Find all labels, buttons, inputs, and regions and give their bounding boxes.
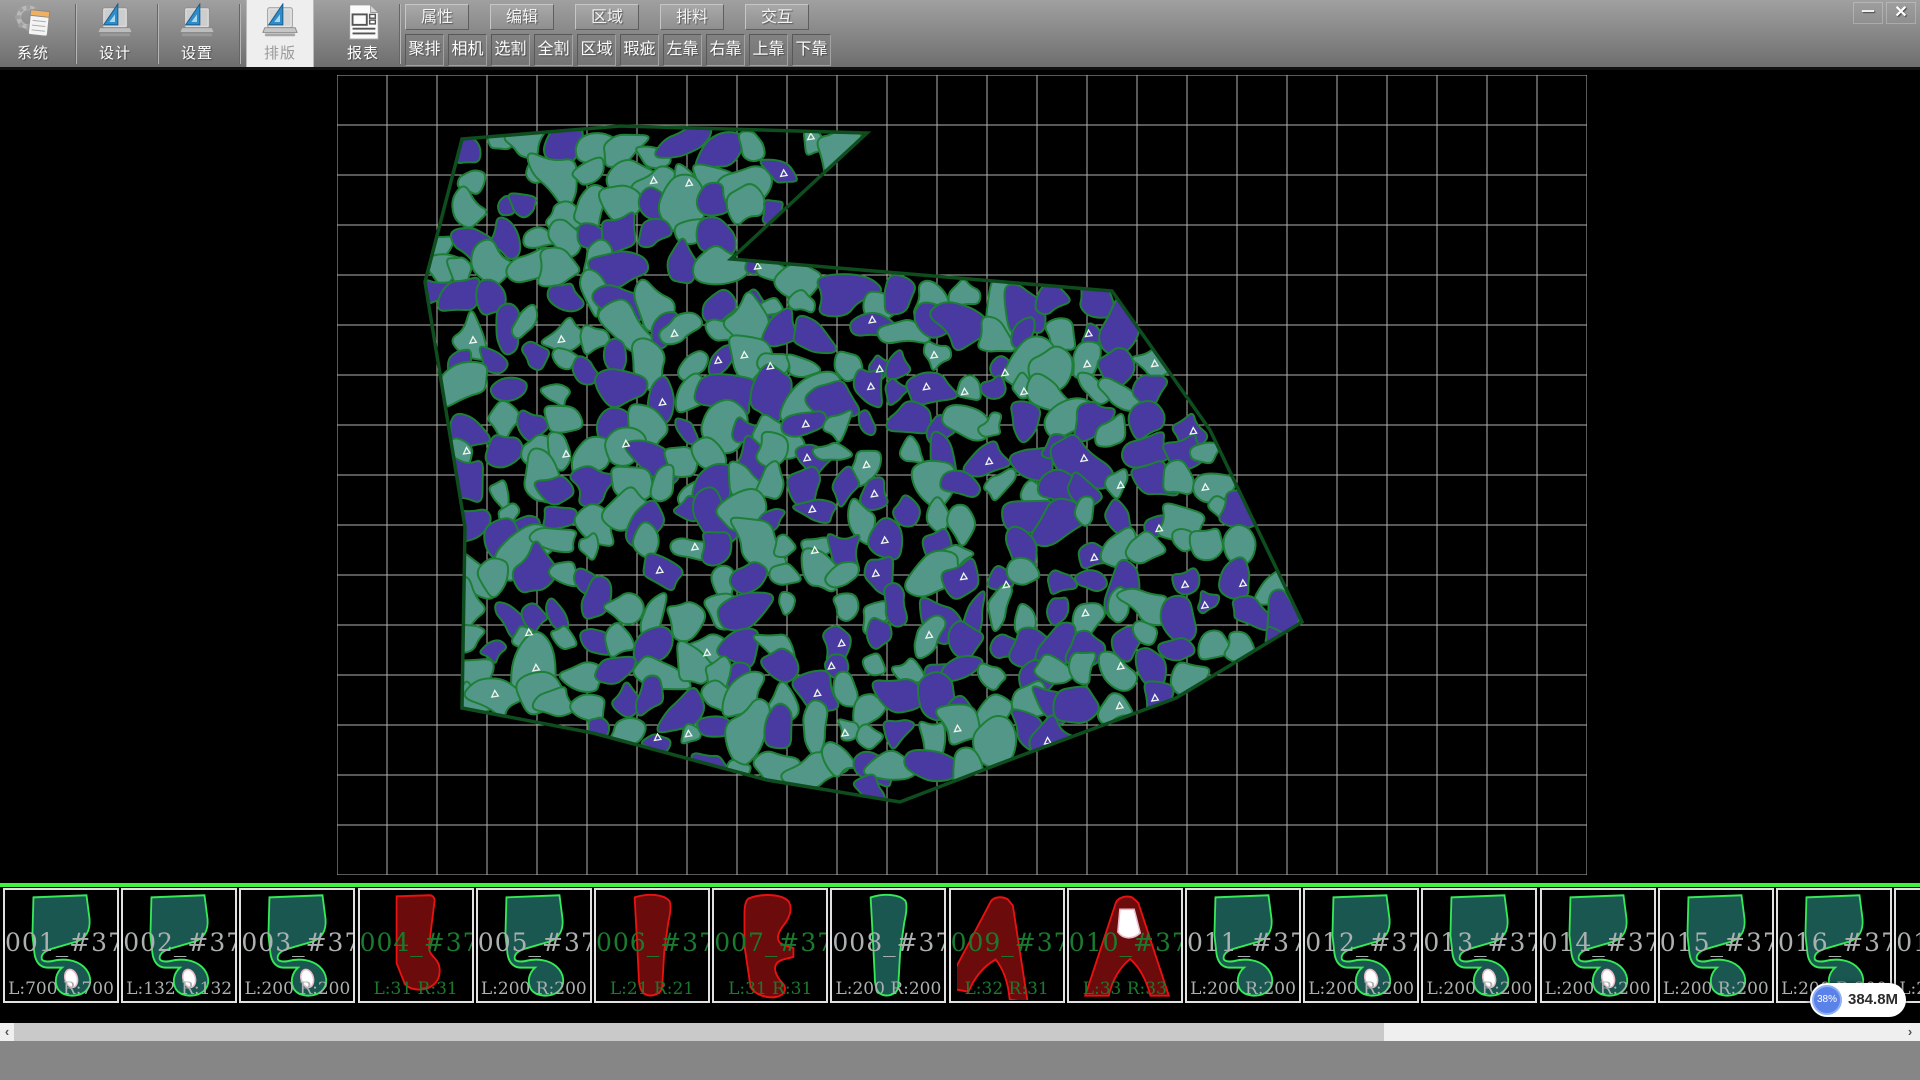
thumbnail-cell[interactable]: 012_#37 L:200 R:200 xyxy=(1303,888,1419,1003)
toolbar-button-system[interactable]: 系统 xyxy=(0,0,66,67)
thumbnail-cell[interactable]: 005_#37 L:200 R:200 xyxy=(476,888,592,1003)
toolbar-separator xyxy=(75,4,76,64)
action-button-1[interactable]: 聚排 xyxy=(405,34,444,66)
toolbar-button-settings[interactable]: 设置 xyxy=(164,0,230,67)
piece-name: 009_#37 xyxy=(951,928,1063,957)
menu-tab-5[interactable]: 交互 xyxy=(745,4,809,30)
thumbnail-cell[interactable]: 004_#37 L:31 R:31 xyxy=(358,888,474,1003)
piece-name: 007_#37 xyxy=(714,928,826,957)
piece-name: 017_#37 xyxy=(1896,928,1920,957)
action-button-10[interactable]: 下靠 xyxy=(792,34,831,66)
piece-count: L:200 R:200 xyxy=(1305,979,1417,999)
piece-name: 005_#37 xyxy=(478,928,590,957)
strip-top-border xyxy=(0,883,1920,887)
canvas-svg xyxy=(337,75,1587,875)
toolbar-label: 报表 xyxy=(330,42,396,63)
piece-count: L:33 R:33 xyxy=(1069,979,1181,999)
thumbnail-cell[interactable]: 002_#37 L:132 R:132 xyxy=(121,888,237,1003)
progress-percent: 38% xyxy=(1812,985,1842,1015)
system-gear-icon xyxy=(14,3,52,41)
menu-tab-4[interactable]: 排料 xyxy=(660,4,724,30)
thumbnail-cell[interactable]: 007_#37 L:31 R:31 xyxy=(712,888,828,1003)
thumbnail-cell[interactable]: 009_#37 L:32 R:31 xyxy=(949,888,1065,1003)
horizontal-scrollbar[interactable]: ‹ › xyxy=(0,1023,1920,1041)
toolbar-label: 系统 xyxy=(0,42,66,63)
menu-tab-1[interactable]: 属性 xyxy=(405,4,469,30)
thumbnail-cell[interactable]: 006_#37 L:21 R:21 xyxy=(594,888,710,1003)
thumbnail-cell[interactable]: 008_#37 L:200 R:200 xyxy=(830,888,946,1003)
main-toolbar: 系统 设计 设置 排版 xyxy=(0,0,1920,70)
toolbar-label: 排版 xyxy=(247,42,313,63)
piece-name: 015_#37 xyxy=(1660,928,1772,957)
thumbnail-cell[interactable]: 013_#37 L:200 R:200 xyxy=(1421,888,1537,1003)
thumbnail-cell[interactable]: 015_#37 L:200 R:200 xyxy=(1658,888,1774,1003)
piece-count: L:200 R:200 xyxy=(1187,979,1299,999)
action-button-7[interactable]: 左靠 xyxy=(663,34,702,66)
thumbnail-cell[interactable]: 010_#37 L:33 R:33 xyxy=(1067,888,1183,1003)
action-button-4[interactable]: 全割 xyxy=(534,34,573,66)
piece-name: 008_#37 xyxy=(832,928,944,957)
piece-count: L:31 R:31 xyxy=(714,979,826,999)
action-button-5[interactable]: 区域 xyxy=(577,34,616,66)
piece-count: L:200 R:200 xyxy=(1542,979,1654,999)
minimize-button[interactable]: － xyxy=(1853,2,1883,24)
status-bar xyxy=(0,1041,1920,1080)
piece-thumbnail-strip: 001_#37L:700 R:700002_#37L:132 R:132003_… xyxy=(0,888,1920,1007)
piece-count: L:200 R:200 xyxy=(832,979,944,999)
piece-name: 011_#37 xyxy=(1187,928,1299,957)
action-button-6[interactable]: 瑕疵 xyxy=(620,34,659,66)
piece-name: 016_#37 xyxy=(1778,928,1890,957)
piece-name: 014_#37 xyxy=(1542,928,1654,957)
progress-badge: 38% 384.8M xyxy=(1810,983,1906,1017)
piece-name: 004_#37 xyxy=(360,928,472,957)
menu-tab-2[interactable]: 编辑 xyxy=(490,4,554,30)
piece-count: L:132 R:132 xyxy=(123,979,235,999)
thumbnail-cell[interactable]: 001_#37 L:700 R:700 xyxy=(3,888,119,1003)
scrollbar-thumb[interactable] xyxy=(14,1023,1384,1041)
scroll-right-arrow[interactable]: › xyxy=(1903,1023,1917,1041)
toolbar-label: 设计 xyxy=(82,42,148,63)
piece-count: L:700 R:700 xyxy=(5,979,117,999)
action-button-2[interactable]: 相机 xyxy=(448,34,487,66)
toolbar-separator xyxy=(239,4,240,64)
toolbar-button-design[interactable]: 设计 xyxy=(82,0,148,67)
toolbar-separator xyxy=(399,4,400,64)
action-button-9[interactable]: 上靠 xyxy=(749,34,788,66)
piece-count: L:31 R:31 xyxy=(360,979,472,999)
piece-count: L:21 R:21 xyxy=(596,979,708,999)
toolbar-button-report[interactable]: 报表 xyxy=(330,0,396,67)
piece-count: L:200 R:200 xyxy=(1660,979,1772,999)
piece-name: 012_#37 xyxy=(1305,928,1417,957)
piece-name: 001_#37 xyxy=(5,928,117,957)
thumbnail-cell[interactable]: 014_#37 L:200 R:200 xyxy=(1540,888,1656,1003)
design-ruler-icon xyxy=(96,3,134,41)
layout-ruler-icon xyxy=(261,3,299,41)
toolbar-separator xyxy=(157,4,158,64)
piece-name: 013_#37 xyxy=(1423,928,1535,957)
toolbar-button-layout[interactable]: 排版 xyxy=(246,0,314,67)
piece-count: L:200 R:200 xyxy=(1423,979,1535,999)
piece-count: L:200 R:200 xyxy=(241,979,353,999)
piece-name: 003_#37 xyxy=(241,928,353,957)
close-button[interactable]: ✕ xyxy=(1886,2,1916,24)
menu-tab-3[interactable]: 区域 xyxy=(575,4,639,30)
piece-name: 010_#37 xyxy=(1069,928,1181,957)
piece-count: L:200 R:200 xyxy=(478,979,590,999)
action-button-8[interactable]: 右靠 xyxy=(706,34,745,66)
nesting-canvas[interactable] xyxy=(337,75,1587,875)
action-button-3[interactable]: 选割 xyxy=(491,34,530,66)
settings-ruler-icon xyxy=(178,3,216,41)
toolbar-label: 设置 xyxy=(164,42,230,63)
scroll-left-arrow[interactable]: ‹ xyxy=(0,1023,14,1041)
thumbnail-cell[interactable]: 003_#37 L:200 R:200 xyxy=(239,888,355,1003)
memory-usage: 384.8M xyxy=(1848,983,1898,1017)
report-doc-icon xyxy=(344,3,382,41)
piece-count: L:32 R:31 xyxy=(951,979,1063,999)
piece-name: 002_#37 xyxy=(123,928,235,957)
thumbnail-cell[interactable]: 011_#37 L:200 R:200 xyxy=(1185,888,1301,1003)
piece-name: 006_#37 xyxy=(596,928,708,957)
